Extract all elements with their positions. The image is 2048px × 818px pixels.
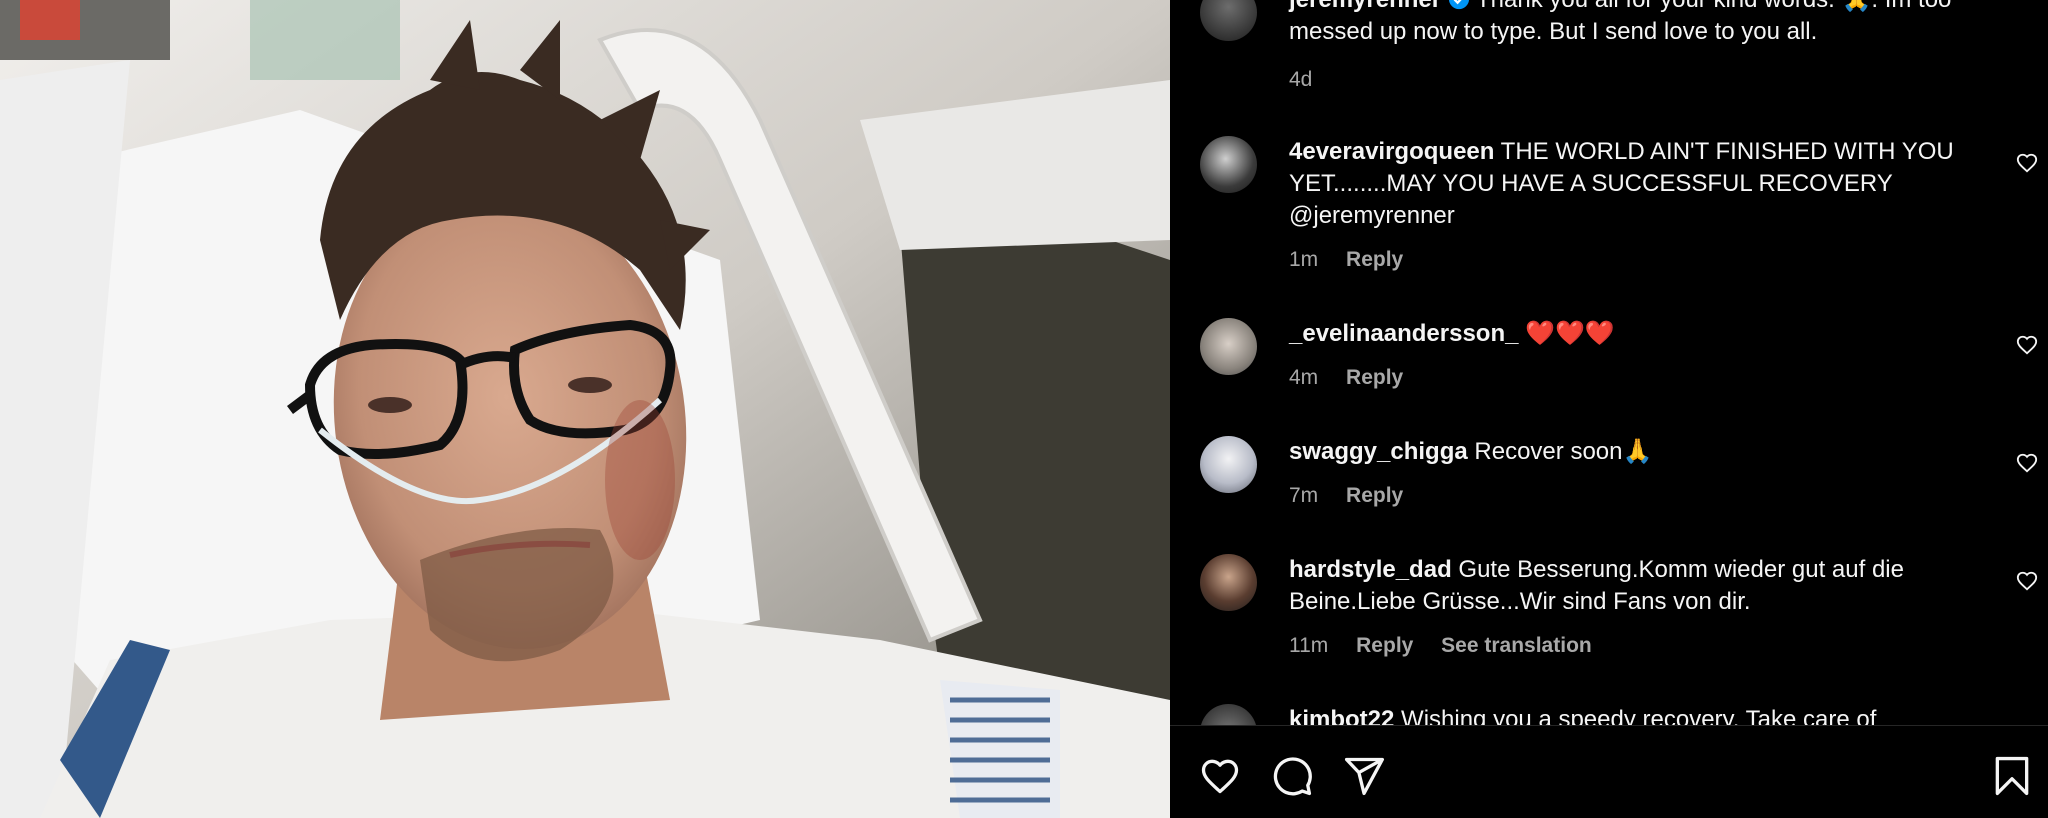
comment-text: ❤️❤️❤️ [1525,320,1615,347]
see-translation-button[interactable]: See translation [1441,634,1592,657]
heart-icon[interactable] [1198,754,1242,798]
comment-time: 4m [1289,366,1319,389]
comment-avatar[interactable] [1200,318,1257,375]
comment-username[interactable]: _evelinaandersson_ [1289,320,1518,347]
comment-username[interactable]: kimbot22 [1289,706,1394,725]
author-username[interactable]: jeremyrenner [1289,0,1441,13]
comment-username[interactable]: hardstyle_dad [1289,556,1452,583]
caption-text-block: jeremyrenner Thank you all for your kind… [1289,0,1969,48]
comment-text-block: 4everavirgoqueen THE WORLD AIN'T FINISHE… [1289,136,1969,232]
comment-meta: 4m Reply [1289,366,1425,390]
like-comment-heart-icon[interactable] [2016,452,2038,474]
caption-time: 4d [1289,68,1313,91]
action-bar [1170,725,2048,818]
comment-text: Wishing you a speedy recovery. Take care… [1401,706,1877,725]
comment-meta: 7m Reply [1289,484,1425,508]
comment-text-block: hardstyle_dad Gute Besserung.Komm wieder… [1289,554,1969,618]
comment-text-block: kimbot22 Wishing you a speedy recovery. … [1289,704,1969,725]
post-photo-image [0,0,1170,818]
comment-avatar[interactable] [1200,704,1257,725]
share-icon[interactable] [1342,754,1386,798]
like-comment-heart-icon[interactable] [2016,570,2038,592]
comment-icon[interactable] [1270,754,1314,798]
author-avatar[interactable] [1200,0,1257,41]
reply-button[interactable]: Reply [1346,248,1403,271]
comment-time: 11m [1289,634,1329,657]
caption-meta: 4d [1289,68,1334,92]
comment-text-block: swaggy_chigga Recover soon🙏 [1289,436,1969,468]
reply-button[interactable]: Reply [1346,484,1403,507]
verified-badge-icon [1448,0,1469,10]
comments-list: jeremyrenner Thank you all for your kind… [1170,0,2048,725]
comment-time: 7m [1289,484,1319,507]
comment-text: Recover soon🙏 [1474,438,1653,465]
comment-text-block: _evelinaandersson_ ❤️❤️❤️ [1289,318,1969,350]
like-comment-heart-icon[interactable] [2016,152,2038,174]
comments-pane: jeremyrenner Thank you all for your kind… [1170,0,2048,818]
comment-meta: 11m Reply See translation [1289,634,1614,658]
comment-username[interactable]: 4everavirgoqueen [1289,138,1494,165]
reply-button[interactable]: Reply [1346,366,1403,389]
reply-button[interactable]: Reply [1356,634,1413,657]
comment-avatar[interactable] [1200,436,1257,493]
comment-time: 1m [1289,248,1319,271]
comment-username[interactable]: swaggy_chigga [1289,438,1468,465]
post-photo [0,0,1170,818]
like-comment-heart-icon[interactable] [2016,334,2038,356]
comment-avatar[interactable] [1200,136,1257,193]
comment-meta: 1m Reply [1289,248,1425,272]
comment-avatar[interactable] [1200,554,1257,611]
bookmark-icon[interactable] [1990,754,2034,798]
